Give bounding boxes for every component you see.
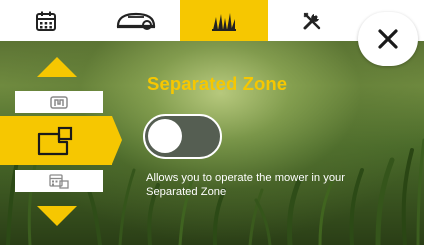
tab-grass[interactable]: [180, 0, 268, 41]
mower-icon: [116, 12, 156, 30]
tab-calendar[interactable]: [0, 0, 92, 41]
menu-item-separated-zone[interactable]: [0, 116, 112, 165]
page-title: Separated Zone: [147, 73, 288, 94]
toggle-knob: [148, 119, 182, 153]
tools-icon: [303, 12, 321, 29]
screen: Separated Zone Allows you to operate the…: [0, 0, 424, 245]
separated-zone-toggle[interactable]: [143, 114, 222, 159]
tab-tools[interactable]: [268, 0, 356, 41]
menu-item-schedule-zone[interactable]: [15, 170, 103, 192]
calendar-icon: [36, 11, 56, 31]
grass-icon: [212, 12, 236, 31]
scroll-down-button[interactable]: [37, 206, 77, 226]
close-button[interactable]: [358, 12, 418, 66]
active-menu-pointer: [112, 116, 122, 164]
scroll-up-button[interactable]: [37, 57, 77, 77]
boundary-wire-icon: [50, 95, 68, 109]
schedule-zone-icon: [49, 174, 69, 189]
menu-item-boundary-wire[interactable]: [15, 91, 103, 113]
separated-zone-icon: [37, 126, 73, 155]
description-text: Allows you to operate the mower in your …: [146, 172, 345, 198]
tab-mower[interactable]: [92, 0, 180, 41]
close-icon: [378, 29, 398, 49]
